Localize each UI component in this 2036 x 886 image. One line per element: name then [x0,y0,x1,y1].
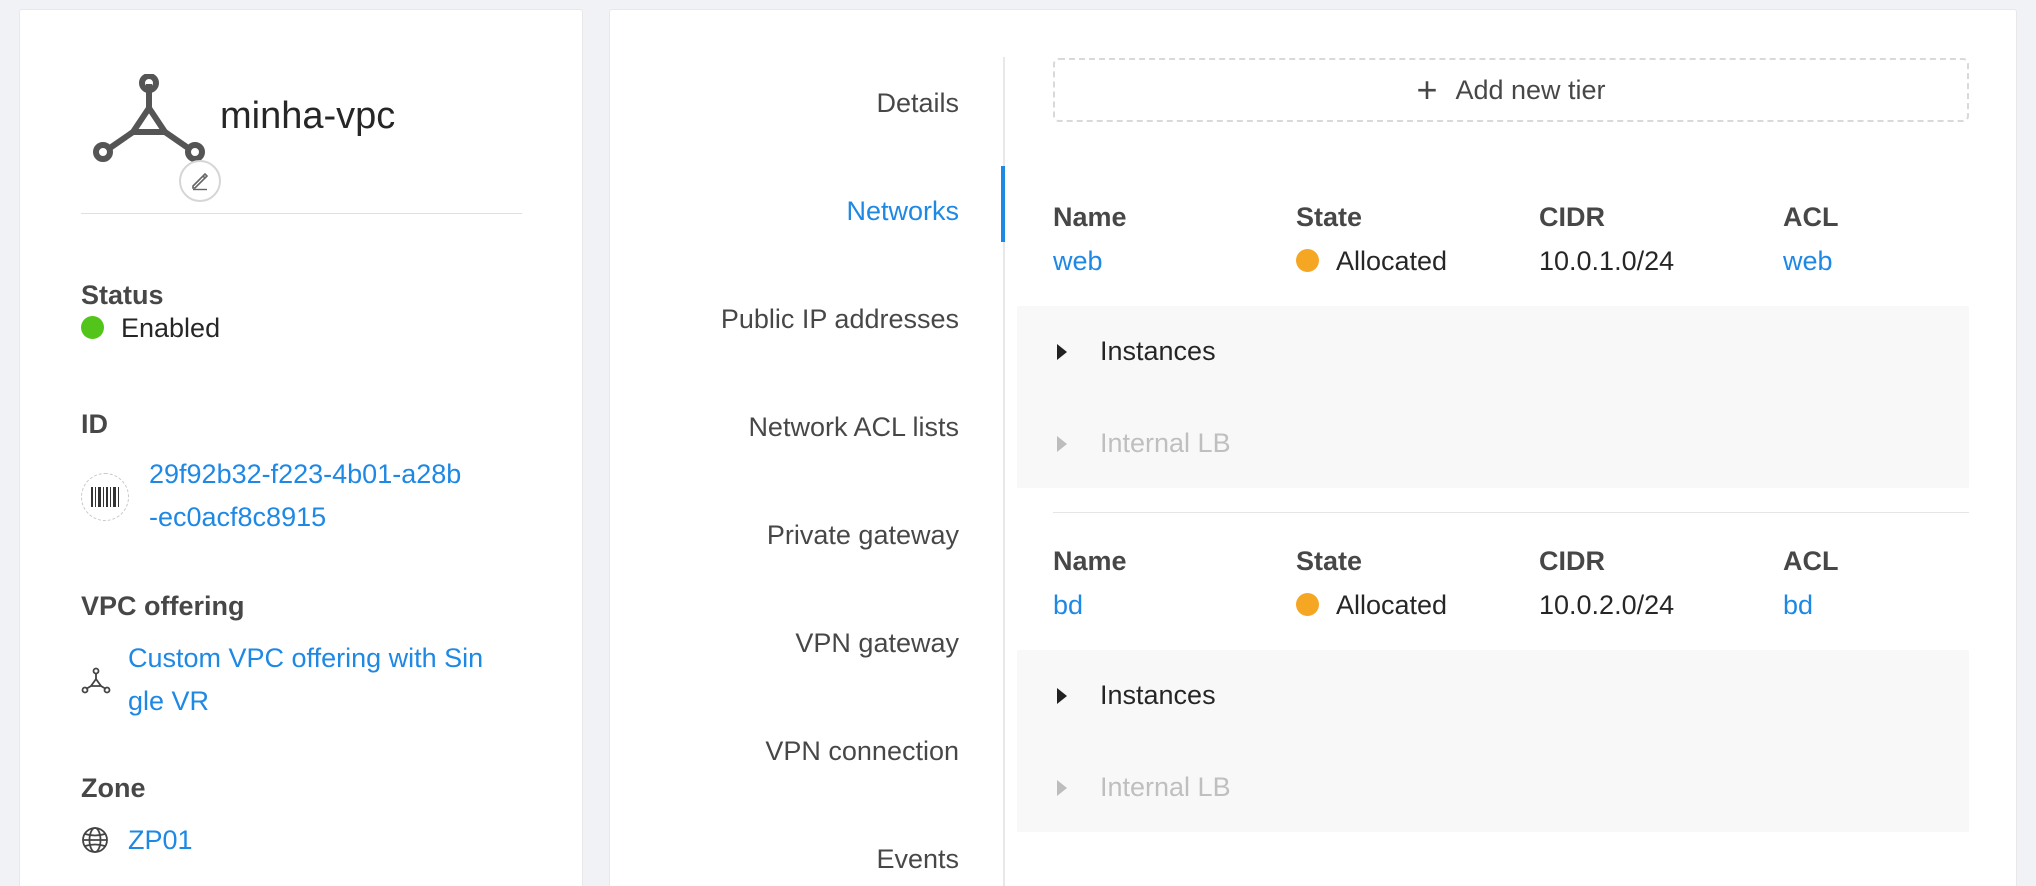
resource-info-card: minha-vpc Status Enabled ID 29f92b32-f22… [19,9,583,886]
tier-state: Allocated [1336,590,1448,620]
tier-acl-link[interactable]: bd [1783,590,1813,621]
tier-acl-link[interactable]: web [1783,246,1833,277]
globe-icon [82,827,108,853]
col-cidr-header: CIDR [1539,546,1605,576]
plus-icon: + [1416,69,1438,110]
caret-right-icon [1057,687,1067,704]
resource-name: minha-vpc [220,95,396,137]
tier-name-link[interactable]: bd [1053,590,1083,621]
tier-collapse-panel: Instances Internal LB [1017,306,1969,488]
vpc-offering-line1[interactable]: Custom VPC offering with Sin [128,637,483,680]
tier-name-link[interactable]: web [1053,246,1103,277]
state-indicator [1296,593,1319,616]
internal-lb-label: Internal LB [1100,428,1231,458]
resource-tabs-card: Details Networks Public IP addresses Net… [609,9,2017,886]
col-cidr-header: CIDR [1539,202,1605,232]
tab-networks[interactable]: Networks [846,196,959,227]
tab-network-acl-lists[interactable]: Network ACL lists [748,412,959,443]
tab-public-ip-addresses[interactable]: Public IP addresses [721,304,959,335]
col-state-header: State [1296,202,1363,232]
zone-value[interactable]: ZP01 [128,819,193,862]
vpc-icon [93,74,205,162]
status-indicator [81,316,104,339]
tab-list: Details Networks Public IP addresses Net… [610,10,959,886]
edit-name-button[interactable] [179,160,221,202]
instances-collapse-header[interactable]: Instances [1057,336,1216,367]
tab-vpn-gateway[interactable]: VPN gateway [795,628,959,659]
vpc-offering-label: VPC offering [81,591,245,621]
instances-label: Instances [1100,336,1216,366]
add-new-tier-button[interactable]: + Add new tier [1053,58,1969,122]
tier-divider [1053,512,1969,513]
tier-state: Allocated [1336,246,1448,276]
tier-collapse-panel: Instances Internal LB [1017,650,1969,832]
tab-details[interactable]: Details [876,88,959,119]
vpc-offering-icon [81,667,111,694]
status-value: Enabled [121,313,221,343]
id-value-line1[interactable]: 29f92b32-f223-4b01-a28b [149,453,461,496]
tier-cidr: 10.0.2.0/24 [1539,590,1675,620]
internal-lb-collapse-header: Internal LB [1057,428,1231,459]
tab-active-indicator [1001,166,1005,242]
col-acl-header: ACL [1783,202,1839,232]
vpc-offering-line2[interactable]: gle VR [128,680,209,723]
edit-icon [192,172,209,191]
id-value-line2[interactable]: -ec0acf8c8915 [149,496,326,539]
state-indicator [1296,249,1319,272]
internal-lb-collapse-header: Internal LB [1057,772,1231,803]
internal-lb-label: Internal LB [1100,772,1231,802]
tier-cidr: 10.0.1.0/24 [1539,246,1675,276]
col-name-header: Name [1053,546,1127,576]
add-new-tier-label: Add new tier [1455,74,1606,105]
tab-private-gateway[interactable]: Private gateway [767,520,959,551]
col-acl-header: ACL [1783,546,1839,576]
zone-label: Zone [81,773,146,803]
instances-collapse-header[interactable]: Instances [1057,680,1216,711]
copy-id-button[interactable] [81,473,129,521]
caret-right-icon [1057,779,1067,796]
header-divider [81,213,522,214]
id-label: ID [81,409,108,439]
col-name-header: Name [1053,202,1127,232]
tab-events[interactable]: Events [876,844,959,875]
caret-right-icon [1057,343,1067,360]
col-state-header: State [1296,546,1363,576]
tab-vpn-connection[interactable]: VPN connection [765,736,959,767]
instances-label: Instances [1100,680,1216,710]
barcode-icon [91,487,119,507]
caret-right-icon [1057,435,1067,452]
